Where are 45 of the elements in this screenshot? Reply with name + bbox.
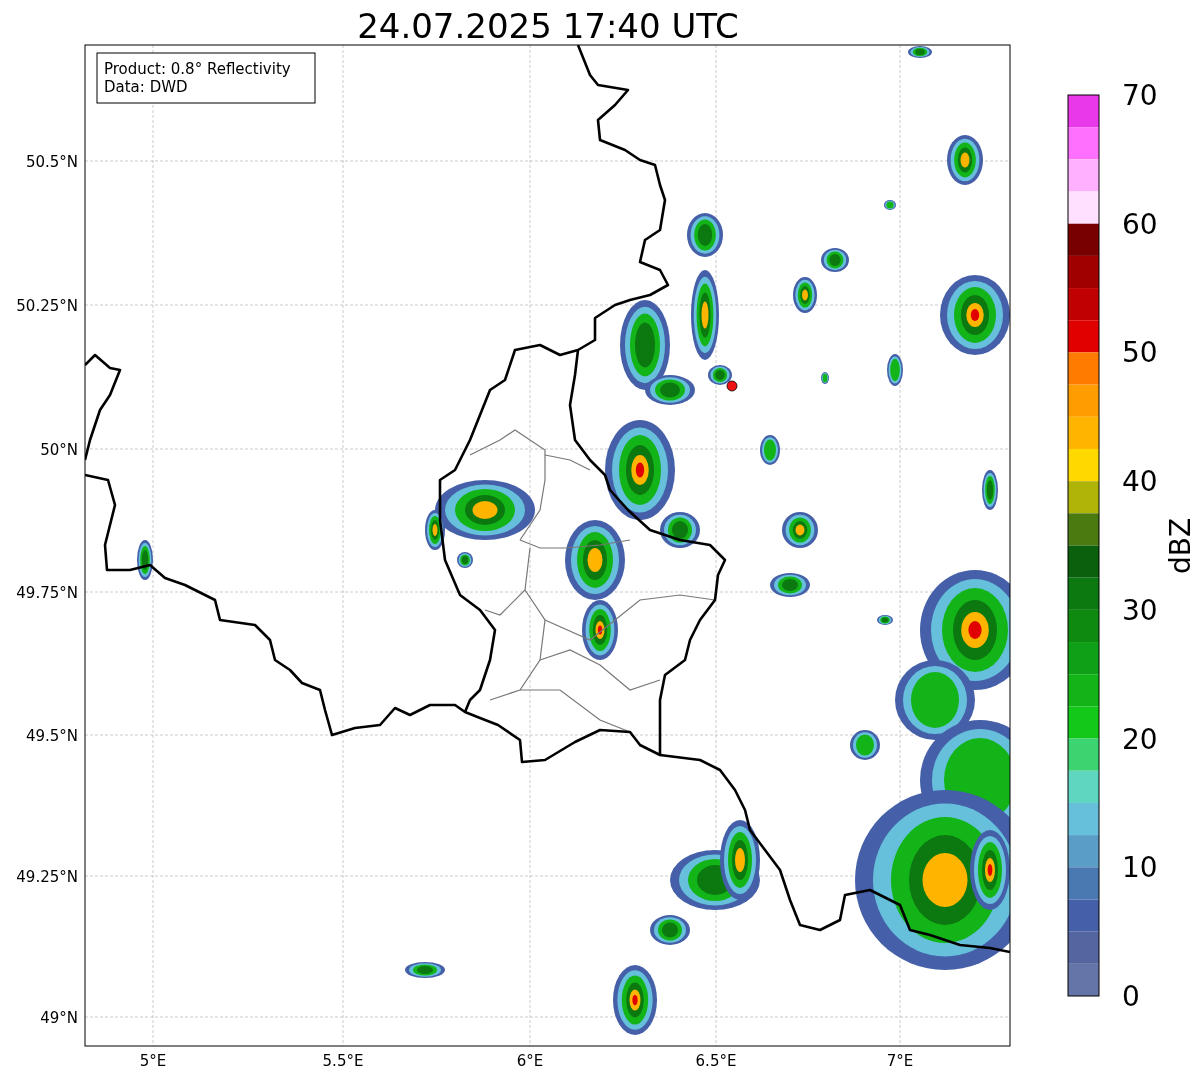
radar-echo <box>405 962 445 978</box>
colorbar-tick-label: 60 <box>1122 207 1158 241</box>
colorbar-tick-label: 20 <box>1122 722 1158 756</box>
radar-echo <box>650 915 690 945</box>
legend-text: Product: 0.8° Reflectivity <box>104 60 291 78</box>
colorbar-tick-label: 30 <box>1122 593 1158 627</box>
longitude-label: 6°E <box>516 1052 544 1070</box>
colorbar-tick-label: 40 <box>1122 465 1158 499</box>
longitude-label: 6.5°E <box>695 1052 737 1070</box>
colorbar-tick-label: 10 <box>1122 851 1158 885</box>
longitude-label: 5°E <box>139 1052 167 1070</box>
radar-echo <box>821 248 849 272</box>
colorbar-tick-label: 70 <box>1122 79 1158 112</box>
latitude-label: 50.25°N <box>16 297 78 315</box>
chart-title: 24.07.2025 17:40 UTC <box>357 6 739 46</box>
latitude-label: 49.5°N <box>25 727 78 745</box>
latitude-label: 50.5°N <box>25 153 78 171</box>
latitude-label: 49.25°N <box>16 868 78 886</box>
radar-echo <box>457 552 473 568</box>
radar-echo <box>887 354 903 386</box>
longitude-label: 7°E <box>886 1052 914 1070</box>
radar-echo <box>708 365 732 385</box>
radar-echo <box>137 540 153 580</box>
longitude-label: 5.5°E <box>322 1052 364 1070</box>
radar-site-marker <box>726 380 738 392</box>
colorbar-tick-label: 50 <box>1122 336 1158 370</box>
legend-text: Data: DWD <box>104 78 188 96</box>
colorbar-label: dBZ <box>1164 517 1197 575</box>
latitude-label: 49°N <box>40 1009 78 1027</box>
radar-echo <box>613 965 657 1035</box>
radar-echo <box>877 615 893 625</box>
radar-echo <box>850 730 880 760</box>
radar-echo <box>770 573 810 597</box>
radar-echo <box>687 213 723 257</box>
colorbar-tick-label: 0 <box>1122 980 1140 1013</box>
radar-echo <box>982 470 998 510</box>
radar-echo <box>821 372 829 384</box>
radar-echo <box>793 277 817 313</box>
radar-echo <box>782 512 818 548</box>
radar-echo <box>908 46 932 58</box>
latitude-label: 50°N <box>40 441 78 459</box>
latitude-label: 49.75°N <box>16 584 78 602</box>
radar-echo <box>884 200 896 210</box>
radar-echo <box>947 135 983 185</box>
radar-echo <box>760 435 780 465</box>
